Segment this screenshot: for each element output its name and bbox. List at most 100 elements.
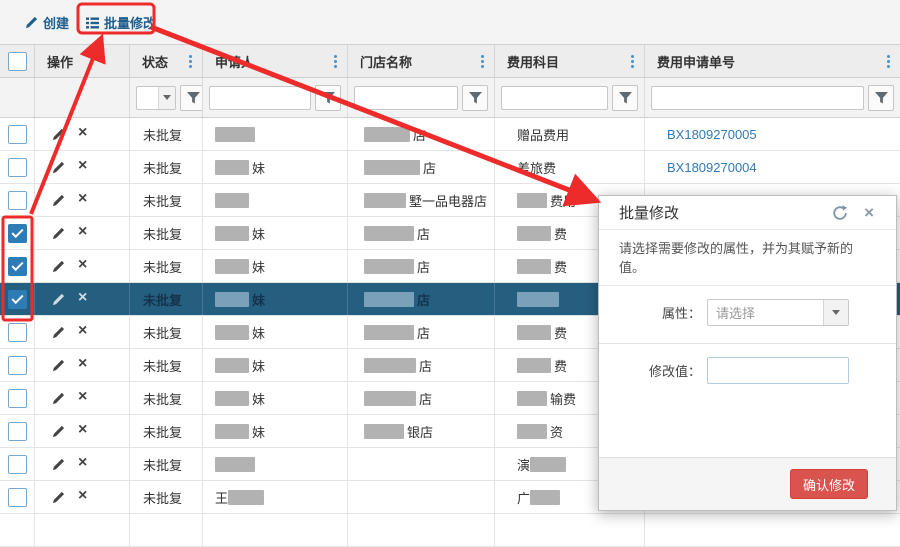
row-checkbox[interactable] xyxy=(8,389,27,408)
cell-门店名称: 店 xyxy=(348,217,495,249)
cell-操作 xyxy=(35,514,130,546)
edit-icon[interactable] xyxy=(52,194,65,207)
delete-icon[interactable]: × xyxy=(78,290,87,306)
attribute-select-value: 请选择 xyxy=(708,300,823,325)
refresh-icon[interactable] xyxy=(832,205,848,221)
row-checkbox[interactable] xyxy=(8,125,27,144)
delete-icon[interactable]: × xyxy=(78,257,87,273)
blur-redaction xyxy=(517,193,547,208)
filter-input[interactable] xyxy=(501,86,608,110)
filter-funnel-button[interactable] xyxy=(180,85,203,111)
attribute-select[interactable]: 请选择 xyxy=(707,299,849,326)
cell-checkbox xyxy=(0,283,35,315)
cell-申请人: 妹 xyxy=(203,382,348,414)
order-number-link[interactable]: BX1809270005 xyxy=(667,127,757,142)
table-row[interactable] xyxy=(0,514,900,547)
grid-toolbar: 创建 批量修改 xyxy=(0,0,900,45)
delete-icon[interactable]: × xyxy=(78,224,87,240)
cell-checkbox xyxy=(0,481,35,513)
blur-redaction xyxy=(228,490,264,505)
table-row[interactable]: ×未批复店赠品费用BX1809270005 xyxy=(0,118,900,151)
value-input[interactable] xyxy=(707,357,849,384)
order-number-link[interactable]: BX1809270004 xyxy=(667,160,757,175)
edit-icon[interactable] xyxy=(52,392,65,405)
cell-text: 王 xyxy=(215,488,228,507)
delete-icon[interactable]: × xyxy=(78,158,87,174)
create-button[interactable]: 创建 xyxy=(25,13,69,32)
blur-redaction xyxy=(530,457,566,472)
cell-操作: × xyxy=(35,349,130,381)
close-icon[interactable]: × xyxy=(864,204,874,221)
cell-text: 店 xyxy=(419,356,432,375)
status-text: 未批复 xyxy=(143,356,182,375)
blur-redaction xyxy=(517,358,551,373)
cell-操作: × xyxy=(35,481,130,513)
filter-input[interactable] xyxy=(651,86,864,110)
column-title: 操作 xyxy=(47,52,73,71)
delete-icon[interactable]: × xyxy=(78,422,87,438)
cell-text: 店 xyxy=(417,224,430,243)
filter-funnel-button[interactable] xyxy=(612,85,638,111)
filter-cell-费用科目 xyxy=(495,78,645,117)
row-checkbox[interactable] xyxy=(8,488,27,507)
row-checkbox[interactable] xyxy=(8,257,27,276)
blur-redaction xyxy=(215,292,249,307)
blur-redaction xyxy=(364,391,416,406)
filter-input[interactable] xyxy=(209,86,311,110)
filter-input[interactable] xyxy=(354,86,458,110)
filter-funnel-button[interactable] xyxy=(868,85,894,111)
edit-icon[interactable] xyxy=(52,161,65,174)
column-title: 状态 xyxy=(142,52,168,71)
cell-费用申请单号: BX1809270004 xyxy=(645,151,900,183)
row-checkbox[interactable] xyxy=(8,224,27,243)
delete-icon[interactable]: × xyxy=(78,488,87,504)
filter-cell-门店名称 xyxy=(348,78,495,117)
delete-icon[interactable]: × xyxy=(78,191,87,207)
filter-funnel-button[interactable] xyxy=(462,85,488,111)
column-menu-icon[interactable] xyxy=(629,53,636,70)
status-text: 未批复 xyxy=(143,422,182,441)
edit-icon[interactable] xyxy=(52,359,65,372)
edit-icon[interactable] xyxy=(52,326,65,339)
table-row[interactable]: ×未批复妹店差旅费BX1809270004 xyxy=(0,151,900,184)
edit-icon[interactable] xyxy=(52,458,65,471)
delete-icon[interactable]: × xyxy=(78,356,87,372)
edit-icon[interactable] xyxy=(52,491,65,504)
cell-门店名称: 墅一品电器店 xyxy=(348,184,495,216)
edit-icon[interactable] xyxy=(52,128,65,141)
select-all-checkbox[interactable] xyxy=(8,52,27,71)
edit-icon[interactable] xyxy=(52,425,65,438)
filter-cell-状态 xyxy=(130,78,203,117)
column-menu-icon[interactable] xyxy=(187,53,194,70)
row-checkbox[interactable] xyxy=(8,158,27,177)
status-filter-dropdown[interactable] xyxy=(136,86,176,110)
cell-门店名称 xyxy=(348,481,495,513)
row-checkbox[interactable] xyxy=(8,422,27,441)
confirm-button[interactable]: 确认修改 xyxy=(790,469,868,499)
edit-icon[interactable] xyxy=(52,227,65,240)
cell-状态: 未批复 xyxy=(130,448,203,480)
row-checkbox[interactable] xyxy=(8,356,27,375)
cell-text: 银店 xyxy=(407,422,433,441)
row-checkbox[interactable] xyxy=(8,323,27,342)
cell-申请人 xyxy=(203,118,348,150)
edit-icon[interactable] xyxy=(52,293,65,306)
delete-icon[interactable]: × xyxy=(78,455,87,471)
edit-icon[interactable] xyxy=(52,260,65,273)
delete-icon[interactable]: × xyxy=(78,125,87,141)
table-header-row: 操作状态申请人门店名称费用科目费用申请单号 xyxy=(0,45,900,78)
batch-edit-button[interactable]: 批量修改 xyxy=(86,13,156,32)
column-menu-icon[interactable] xyxy=(332,53,339,70)
row-checkbox[interactable] xyxy=(8,290,27,309)
filter-cell-0 xyxy=(0,78,35,117)
row-checkbox[interactable] xyxy=(8,455,27,474)
filter-funnel-button[interactable] xyxy=(315,85,341,111)
row-checkbox[interactable] xyxy=(8,191,27,210)
cell-text: 妹 xyxy=(252,323,265,342)
column-menu-icon[interactable] xyxy=(479,53,486,70)
cell-操作: × xyxy=(35,217,130,249)
column-menu-icon[interactable] xyxy=(885,53,892,70)
delete-icon[interactable]: × xyxy=(78,323,87,339)
status-text: 未批复 xyxy=(143,158,182,177)
delete-icon[interactable]: × xyxy=(78,389,87,405)
